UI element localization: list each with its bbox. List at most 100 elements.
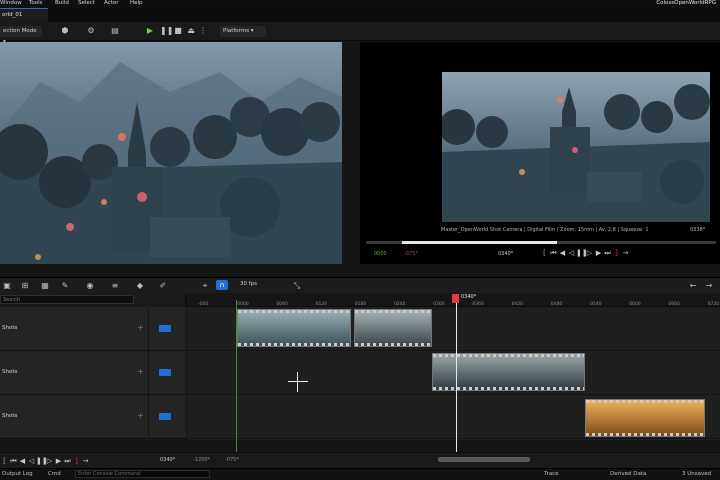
- skip-forward-icon[interactable]: ⏭: [63, 456, 72, 466]
- track-row[interactable]: Shots +: [0, 351, 186, 395]
- camera-icon[interactable]: [159, 325, 171, 332]
- tools-icon[interactable]: ✎: [60, 281, 70, 291]
- preview-timecode-start: 0000: [374, 251, 387, 257]
- go-to-end-marker-icon[interactable]: ]: [612, 248, 621, 258]
- go-to-start-marker-icon[interactable]: [: [0, 456, 9, 466]
- menu-window[interactable]: Window: [0, 0, 22, 7]
- view-icon[interactable]: ◉: [85, 281, 95, 291]
- selection-mode-label: ection Mode: [3, 28, 37, 34]
- snap-toggle-button[interactable]: ∩: [216, 280, 228, 290]
- forward-icon[interactable]: →: [704, 281, 714, 291]
- play-icon[interactable]: ▶: [145, 26, 155, 36]
- shot-clip[interactable]: [237, 309, 351, 347]
- tab-level[interactable]: orld_01: [0, 8, 48, 22]
- menu-help[interactable]: Help: [130, 0, 143, 7]
- play-reverse-icon[interactable]: ◁: [27, 456, 36, 466]
- mouse-cursor-crosshair: [288, 381, 308, 382]
- loop-icon[interactable]: →: [621, 248, 630, 258]
- track-row[interactable]: Shots +: [0, 395, 186, 439]
- loop-icon[interactable]: →: [81, 456, 90, 466]
- film-strip-top: [586, 400, 704, 403]
- go-to-end-marker-icon[interactable]: ]: [72, 456, 81, 466]
- viewport-scene-image: [0, 42, 342, 264]
- sequencer-transport: [ ⏮ ◀ ◁ ❚❚ ▷ ▶ ⏭ ] →: [0, 452, 720, 468]
- console-command-input[interactable]: Enter Console Command: [75, 470, 210, 478]
- add-shot-icon[interactable]: +: [137, 411, 144, 420]
- skip-forward-icon[interactable]: ⏭: [603, 248, 612, 258]
- pause-icon[interactable]: ❚❚: [160, 26, 173, 36]
- go-to-start-marker-icon[interactable]: [: [540, 248, 549, 258]
- track-divider: [148, 395, 149, 439]
- sequencer-timecode-current[interactable]: 0340*: [160, 457, 175, 463]
- view-range-end[interactable]: -075*: [225, 457, 239, 463]
- step-forward-icon[interactable]: ▶: [54, 456, 63, 466]
- eject-icon[interactable]: ⏏: [186, 26, 196, 36]
- step-forward-icon[interactable]: ▶: [594, 248, 603, 258]
- more-options-icon[interactable]: ⋮: [198, 26, 208, 36]
- marker-icon[interactable]: ⌖: [200, 281, 210, 291]
- stop-icon[interactable]: ■: [173, 26, 183, 36]
- film-strip-bottom: [586, 433, 704, 436]
- film-strip-top: [355, 310, 431, 313]
- filter-icon[interactable]: ≡: [110, 281, 120, 291]
- selection-mode-dropdown[interactable]: ection Mode ▾: [0, 26, 42, 45]
- output-log-button[interactable]: Output Log: [2, 471, 33, 477]
- track-row[interactable]: Shots +: [0, 307, 186, 351]
- render-icon[interactable]: ▦: [40, 281, 50, 291]
- pause-icon[interactable]: ❚❚: [36, 456, 48, 466]
- platforms-label: Platforms: [223, 28, 250, 34]
- menu-actor[interactable]: Actor: [104, 0, 118, 7]
- menu-tools[interactable]: Tools: [29, 0, 43, 7]
- brush-icon[interactable]: ✐: [158, 281, 168, 291]
- play-reverse-icon[interactable]: ◁: [567, 248, 576, 258]
- preview-transport: [ ⏮ ◀ ◁ ❚❚ ▷ ▶ ⏭ ] →: [540, 248, 630, 258]
- track-search-input[interactable]: Search: [0, 295, 134, 304]
- preview-timecode-end: -075*: [404, 251, 418, 257]
- menu-select[interactable]: Select: [78, 0, 95, 7]
- derived-data-dropdown[interactable]: Derived Data: [610, 471, 646, 477]
- cinematic-scene-image: [442, 72, 710, 222]
- play-icon[interactable]: ▷: [45, 456, 54, 466]
- play-icon[interactable]: ▷: [585, 248, 594, 258]
- skip-back-icon[interactable]: ⏮: [9, 456, 18, 466]
- cinematics-icon[interactable]: ▤: [110, 26, 120, 36]
- mouse-cursor-crosshair: [297, 372, 298, 392]
- unsaved-indicator[interactable]: 3 Unsaved: [682, 471, 711, 477]
- back-icon[interactable]: ←: [688, 281, 698, 291]
- step-back-icon[interactable]: ◀: [558, 248, 567, 258]
- playhead-handle[interactable]: [452, 294, 459, 303]
- track-label: Shots: [2, 413, 18, 419]
- level-viewport[interactable]: [0, 42, 342, 264]
- add-shot-icon[interactable]: +: [137, 367, 144, 376]
- skip-back-icon[interactable]: ⏮: [549, 248, 558, 258]
- main-toolbar: ection Mode ▾ ⬢ ⚙ ▤ ▶ ❚❚ ■ ⏏ ⋮ Platforms…: [0, 22, 720, 45]
- shot-clip[interactable]: [354, 309, 432, 347]
- track-label: Shots: [2, 369, 18, 375]
- frame-rate-dropdown[interactable]: 30 fps: [240, 281, 257, 287]
- blueprint-icon[interactable]: ⚙: [86, 26, 96, 36]
- platforms-dropdown[interactable]: Platforms ▾: [220, 26, 266, 37]
- cinematic-frame: [442, 72, 710, 222]
- cmd-dropdown[interactable]: Cmd: [48, 471, 61, 477]
- track-label: Shots: [2, 325, 18, 331]
- trace-dropdown[interactable]: Trace: [544, 471, 559, 477]
- save-icon[interactable]: ▣: [2, 281, 12, 291]
- playhead-line[interactable]: [456, 300, 457, 452]
- camera-icon[interactable]: [159, 413, 171, 420]
- content-icon[interactable]: ⬢: [60, 26, 70, 36]
- camera-icon[interactable]: [159, 369, 171, 376]
- view-range-start[interactable]: -1200*: [193, 457, 210, 463]
- timeline-scrollbar[interactable]: [438, 457, 530, 462]
- curve-editor-icon[interactable]: ⤡: [292, 281, 302, 291]
- film-strip-bottom: [355, 343, 431, 346]
- camera-info-caption: Master_OpenWorld Shot Camera | Digital F…: [441, 227, 649, 233]
- shot-clip[interactable]: [432, 353, 585, 391]
- preview-timecode-current: 0340*: [498, 251, 514, 257]
- shot-clip[interactable]: [585, 399, 705, 437]
- add-shot-icon[interactable]: +: [137, 323, 144, 332]
- pause-icon[interactable]: ❚❚: [576, 248, 588, 258]
- step-back-icon[interactable]: ◀: [18, 456, 27, 466]
- key-icon[interactable]: ◆: [135, 281, 145, 291]
- add-track-icon[interactable]: ⊞: [20, 281, 30, 291]
- menu-build[interactable]: Build: [55, 0, 69, 7]
